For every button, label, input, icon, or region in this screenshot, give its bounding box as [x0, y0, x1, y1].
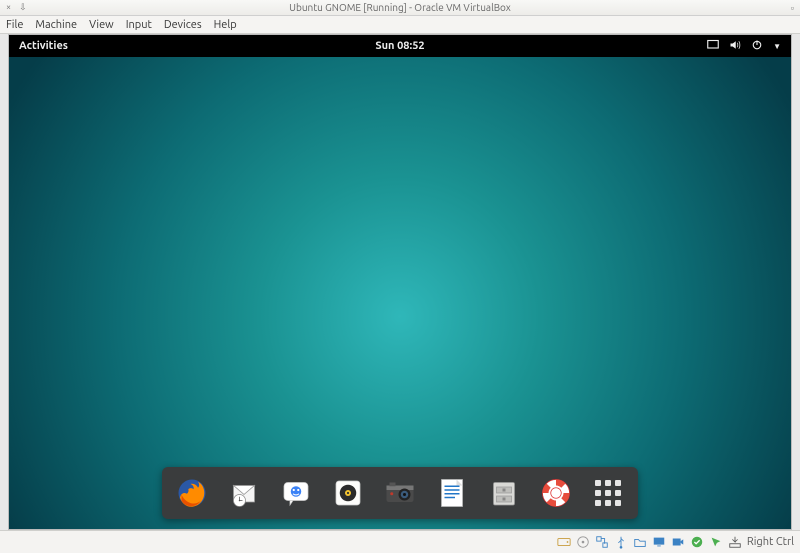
host-menubar: File Machine View Input Devices Help [0, 16, 800, 34]
clock[interactable]: Sun 08:52 [9, 40, 791, 52]
dock-app-shotwell[interactable] [380, 473, 420, 513]
menu-file[interactable]: File [6, 19, 23, 31]
chevron-down-icon[interactable]: ▼ [773, 42, 781, 51]
activities-button[interactable]: Activities [19, 40, 68, 52]
dock-app-empathy[interactable] [276, 473, 316, 513]
statusbar-display-icon[interactable] [652, 535, 667, 550]
dock-app-firefox[interactable] [172, 473, 212, 513]
power-icon[interactable] [751, 39, 763, 54]
menu-machine[interactable]: Machine [35, 19, 77, 31]
statusbar-mouse-integration-icon[interactable] [709, 535, 724, 550]
dock-app-libreoffice-writer[interactable] [432, 473, 472, 513]
statusbar-hdd-icon[interactable] [557, 535, 572, 550]
statusbar-shared-folder-icon[interactable] [633, 535, 648, 550]
host-statusbar: Right Ctrl [0, 530, 800, 553]
dock [162, 467, 638, 519]
statusbar-optical-icon[interactable] [576, 535, 591, 550]
statusbar-recording-icon[interactable] [671, 535, 686, 550]
window-title: Ubuntu GNOME [Running] - Oracle VM Virtu… [0, 2, 800, 13]
vm-display: Activities Sun 08:52 ▼ [8, 34, 792, 530]
menu-view[interactable]: View [89, 19, 114, 31]
dock-app-grid[interactable] [588, 473, 628, 513]
statusbar-guest-additions-icon[interactable] [690, 535, 705, 550]
menu-devices[interactable]: Devices [164, 19, 202, 31]
menu-input[interactable]: Input [126, 19, 152, 31]
desktop-wallpaper[interactable] [9, 57, 791, 529]
gnome-topbar: Activities Sun 08:52 ▼ [9, 35, 791, 57]
volume-icon[interactable] [729, 39, 741, 54]
statusbar-network-icon[interactable] [595, 535, 610, 550]
statusbar-host-key: Right Ctrl [747, 536, 794, 548]
menu-help[interactable]: Help [214, 19, 237, 31]
system-status-area[interactable]: ▼ [707, 39, 781, 54]
dock-app-evolution[interactable] [224, 473, 264, 513]
screen-icon[interactable] [707, 39, 719, 54]
host-titlebar: × ⇩ Ubuntu GNOME [Running] - Oracle VM V… [0, 0, 800, 16]
dock-app-help[interactable] [536, 473, 576, 513]
apps-grid-icon [591, 476, 625, 510]
close-icon[interactable]: × [6, 2, 11, 13]
maximize-icon[interactable]: ▫ [791, 3, 794, 13]
pin-icon[interactable]: ⇩ [19, 2, 27, 13]
statusbar-usb-icon[interactable] [614, 535, 629, 550]
dock-app-rhythmbox[interactable] [328, 473, 368, 513]
statusbar-keyboard-icon[interactable] [728, 535, 743, 550]
dock-app-files[interactable] [484, 473, 524, 513]
